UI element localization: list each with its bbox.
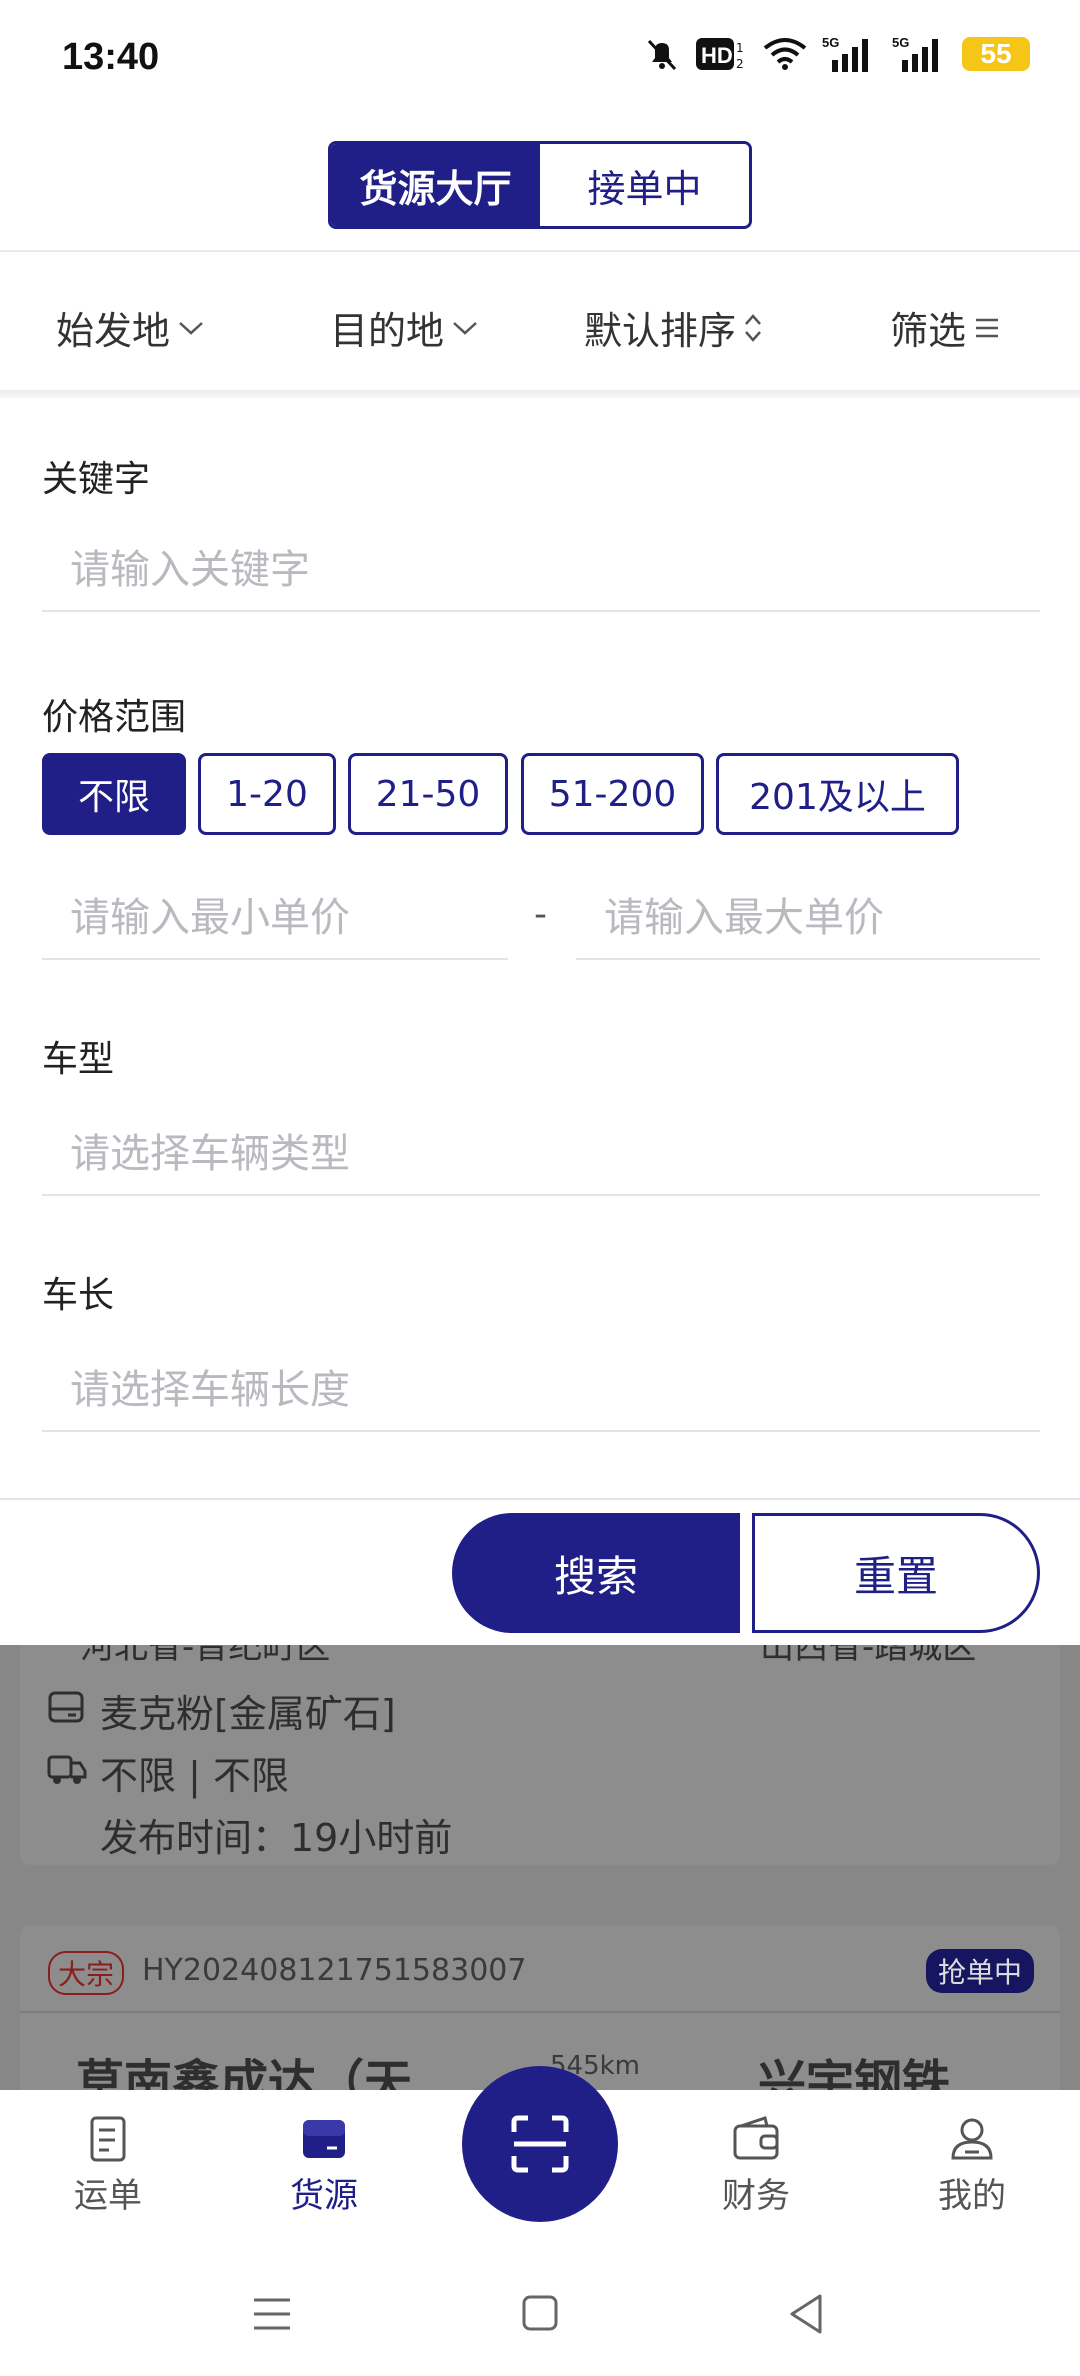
card-divider [20,2011,1060,2013]
price-option-21-50[interactable]: 21-50 [348,753,508,835]
max-price-input[interactable]: 请输入最大单价 [576,870,1040,960]
min-price-input[interactable]: 请输入最小单价 [42,870,508,960]
vehicle-type-label: 车型 [42,1039,115,1080]
vehicle-requirement: 不限 | 不限 [100,1754,289,1798]
origin-text: 河北省-晋纪町区 [80,1645,331,1667]
status-time: 13:40 [62,36,160,78]
cargo-icon [303,2120,345,2158]
nav-cargo-label: 货源 [290,2176,358,2216]
price-range-label: 价格范围 [42,697,187,738]
cargo-name: 麦克粉[金属矿石] [100,1692,396,1736]
filter-bar: 始发地 目的地 默认排序 筛选 [0,252,1080,392]
menu-icon[interactable] [252,2294,292,2334]
order-number: HY20240812175158300­7 [142,1953,527,1988]
filter-origin[interactable]: 始发地 [56,300,206,355]
profile-icon [951,2118,993,2160]
tab-switcher: 货源大厅 接单中 [328,141,752,229]
search-button[interactable]: 搜索 [452,1513,740,1633]
nav-cargo[interactable]: 货源 [244,2114,404,2217]
vehicle-length-select[interactable]: 请选择车辆长度 [42,1342,1040,1432]
sort-arrows-icon [745,313,761,342]
filter-origin-label: 始发地 [56,309,171,353]
svg-text:HD: HD [701,43,733,68]
filter-destination[interactable]: 目的地 [330,300,480,355]
filter-panel: 关键字 请输入关键字 价格范围 不限 1-20 21-50 51-200 201… [0,398,1080,1500]
status-badge: 抢单中 [926,1949,1035,1993]
background-overlay[interactable]: 河北省-晋纪町区 山西省-踏城区 麦克粉[金属矿石] 不限 | 不限 发布时间：… [0,1645,1080,2090]
back-icon[interactable] [786,2292,826,2336]
scan-icon [511,2115,569,2173]
svg-text:1: 1 [736,41,744,55]
nav-finance[interactable]: 财务 [676,2114,836,2217]
range-separator: - [534,894,547,935]
filter-sort[interactable]: 默认排序 [584,300,764,355]
nav-waybill-label: 运单 [74,2176,142,2216]
cargo-box-icon [48,1691,84,1723]
svg-text:5G: 5G [822,35,839,50]
filter-destination-label: 目的地 [330,309,445,353]
nav-finance-label: 财务 [722,2176,790,2216]
wallet-icon [733,2116,779,2160]
status-bar: 13:40 HD 1 2 5G 5G 55 [0,0,1080,120]
nav-waybill[interactable]: 运单 [28,2114,188,2217]
nav-profile-label: 我的 [938,2176,1006,2216]
tab-cargo-hall[interactable]: 货源大厅 [331,144,540,226]
scan-button[interactable] [462,2066,618,2222]
chevron-down-icon [179,321,203,335]
cargo-card: 河北省-晋纪町区 山西省-踏城区 麦克粉[金属矿石] 不限 | 不限 发布时间：… [20,1645,1060,1865]
tab-taking-orders[interactable]: 接单中 [540,144,749,226]
wifi-icon [763,38,807,70]
price-option-1-20[interactable]: 1-20 [198,753,336,835]
battery-indicator: 55 [962,37,1030,71]
keyword-label: 关键字 [42,459,151,500]
filter-more-label: 筛选 [890,309,967,353]
system-nav-bar [0,2250,1080,2376]
filter-more[interactable]: 筛选 [890,300,1002,355]
publish-time: 发布时间：19小时前 [100,1816,453,1860]
destination-company: 兴宇钢铁 [758,2055,951,2090]
signal-5g-icon: 5G [822,35,868,72]
mute-bell-icon [647,39,677,71]
svg-text:5G: 5G [892,35,909,50]
home-icon[interactable] [521,2294,559,2332]
price-option-unlimited[interactable]: 不限 [42,753,186,835]
truck-icon [47,1755,87,1784]
menu-lines-icon [976,318,999,337]
filter-sort-label: 默认排序 [584,309,737,353]
status-icons: HD 1 2 5G 5G 55 [642,34,1030,74]
price-option-201-plus[interactable]: 201及以上 [716,753,959,835]
price-option-51-200[interactable]: 51-200 [521,753,704,835]
hd-icon: HD 1 2 [696,38,744,71]
signal-5g-icon-2: 5G [892,35,938,72]
vehicle-type-select[interactable]: 请选择车辆类型 [42,1106,1040,1196]
svg-text:2: 2 [736,57,744,71]
nav-profile[interactable]: 我的 [892,2114,1052,2217]
origin-company: 草南鑫成达（天 [76,2055,413,2090]
chevron-down-icon [453,321,477,335]
keyword-input[interactable]: 请输入关键字 [42,522,1040,612]
reset-button[interactable]: 重置 [752,1513,1040,1633]
destination-text: 山西省-踏城区 [760,1645,977,1667]
waybill-icon [90,2116,126,2162]
vehicle-length-label: 车长 [42,1275,115,1316]
bulk-badge: 大宗 [48,1951,125,1995]
